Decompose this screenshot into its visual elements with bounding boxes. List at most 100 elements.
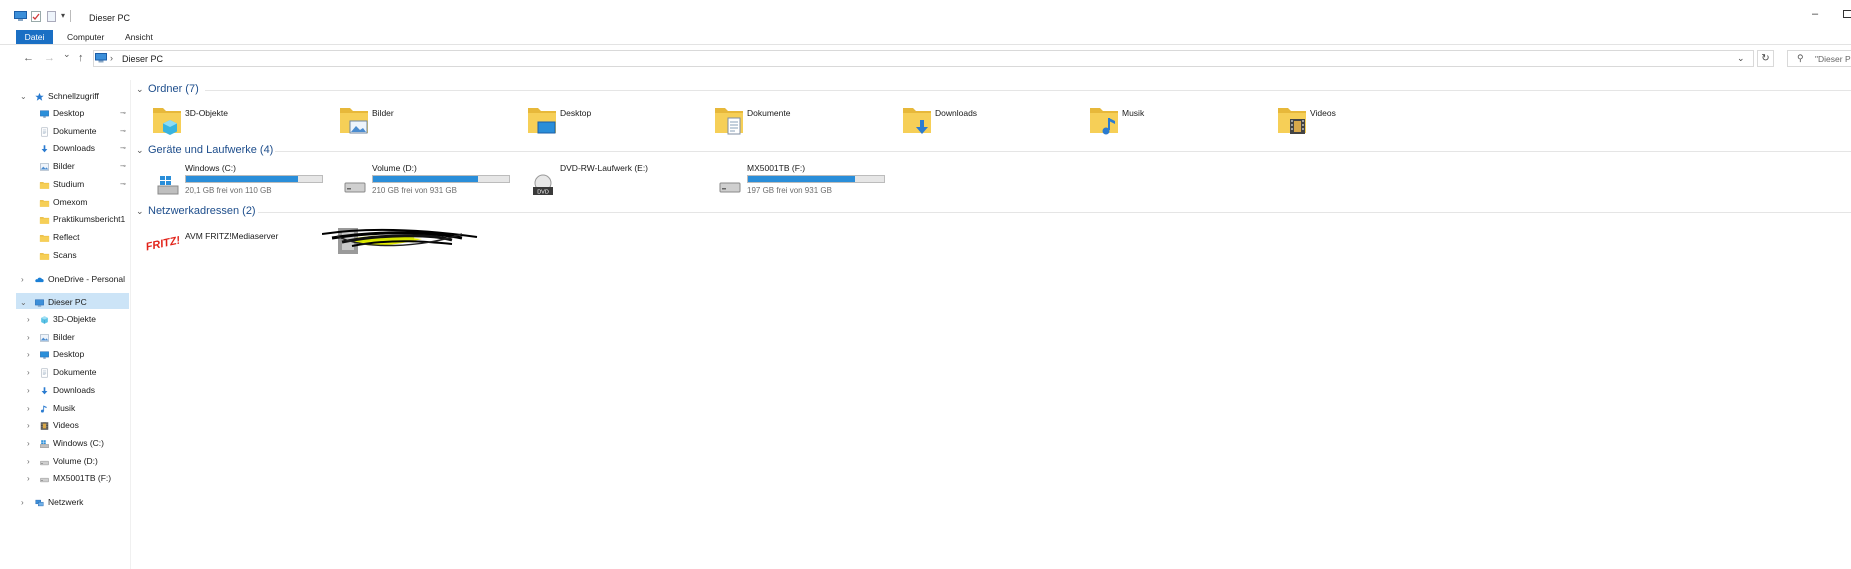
chevron-down-icon[interactable]: ⌄ (20, 89, 27, 104)
music-icon (1089, 104, 1118, 135)
nav-quick-item[interactable]: Praktikumsbericht1 (0, 212, 129, 227)
group-collapse-icon[interactable]: ⌄ (136, 145, 144, 156)
chevron-right-icon[interactable]: › (27, 436, 30, 451)
nav-quick-item[interactable]: Bilder ⊸ (0, 159, 129, 174)
drive-tile[interactable]: Volume (D:) 210 GB frei von 931 GB (334, 163, 524, 199)
back-button[interactable]: ← (23, 52, 34, 64)
downloads-icon (39, 144, 50, 153)
nav-this-pc-item[interactable]: › Musik (0, 401, 129, 416)
nav-item-label: Downloads (53, 143, 96, 154)
title-bar: ▾ Dieser PC – (0, 0, 1851, 23)
nav-item-label: Praktikumsbericht1 (53, 214, 126, 225)
chevron-right-icon[interactable]: › (27, 312, 30, 327)
drive-tile[interactable]: MX5001TB (F:) 197 GB frei von 931 GB (709, 163, 899, 199)
nav-item-label: 3D-Objekte (53, 314, 96, 324)
chevron-right-icon[interactable]: › (21, 272, 24, 287)
network-item-redacted[interactable] (321, 222, 482, 258)
drive-free-text: 210 GB frei von 931 GB (372, 186, 457, 195)
folder-tile[interactable]: 3D-Objekte (152, 104, 312, 144)
forward-button[interactable]: → (44, 52, 55, 64)
nav-quick-item[interactable]: Reflect (0, 230, 129, 245)
nav-this-pc-item[interactable]: › Volume (D:) (0, 454, 129, 469)
chevron-right-icon[interactable]: › (27, 454, 30, 469)
nav-network[interactable]: › Netzwerk (0, 495, 129, 510)
group-header-drives[interactable]: Geräte und Laufwerke (4) (148, 144, 273, 156)
nav-quick-item[interactable]: Studium ⊸ (0, 177, 129, 192)
3d-objects-icon (152, 104, 181, 135)
folder-tile[interactable]: Musik (1089, 104, 1249, 144)
nav-quick-item[interactable]: Desktop ⊸ (0, 106, 129, 121)
pane-divider (130, 80, 131, 569)
network-item-fritz[interactable]: FRITZ! AVM FRITZ!Mediaserver (146, 228, 296, 258)
nav-quick-item[interactable]: Scans (0, 248, 129, 263)
nav-item-label: Schnellzugriff (48, 91, 99, 101)
group-collapse-icon[interactable]: ⌄ (136, 206, 144, 217)
nav-this-pc-item[interactable]: › 3D-Objekte (0, 312, 129, 327)
folder-tile[interactable]: Bilder (339, 104, 499, 144)
minimize-button[interactable]: – (1812, 8, 1818, 20)
nav-item-label: Downloads (53, 384, 96, 395)
nav-item-label: MX5001TB (F:) (53, 473, 112, 484)
downloads-icon (902, 104, 931, 134)
nav-item-label: Windows (C:) (53, 437, 105, 448)
drive-icon (715, 173, 745, 193)
chevron-right-icon[interactable]: › (21, 495, 24, 510)
properties-icon[interactable] (31, 11, 41, 22)
nav-this-pc-item[interactable]: › Videos (0, 418, 129, 433)
new-folder-icon[interactable] (47, 11, 56, 22)
nav-this-pc-item[interactable]: › Windows (C:) (0, 436, 129, 451)
drive-tile[interactable]: DVD DVD-RW-Laufwerk (E:) (522, 163, 712, 199)
up-button[interactable]: ↑ (78, 52, 84, 64)
maximize-button[interactable] (1843, 10, 1851, 18)
tab-file[interactable]: Datei (16, 30, 53, 44)
group-header-folders[interactable]: Ordner (7) (148, 83, 199, 95)
nav-this-pc-item[interactable]: › Dokumente (0, 365, 129, 380)
address-dropdown-icon[interactable]: ⌄ (1737, 53, 1745, 64)
nav-this-pc-item[interactable]: › Bilder (0, 330, 129, 345)
chevron-right-icon[interactable]: › (27, 365, 30, 380)
nav-this-pc[interactable]: ⌄ Dieser PC (0, 295, 129, 310)
star-icon (34, 92, 45, 101)
folder-tile[interactable]: Videos (1277, 104, 1437, 144)
desktop-icon (39, 109, 50, 118)
breadcrumb[interactable]: Dieser PC (122, 54, 163, 64)
nav-this-pc-item[interactable]: › MX5001TB (F:) (0, 471, 129, 486)
address-bar[interactable] (93, 50, 1754, 67)
group-header-network[interactable]: Netzwerkadressen (2) (148, 205, 256, 217)
fritz-icon: FRITZ! (146, 232, 180, 253)
chevron-right-icon[interactable]: › (27, 347, 30, 362)
tab-view[interactable]: Ansicht (125, 30, 153, 44)
chevron-right-icon[interactable]: › (27, 330, 30, 345)
nav-onedrive[interactable]: › OneDrive - Personal (0, 272, 129, 287)
videos-icon (39, 421, 50, 430)
folder-tile[interactable]: Dokumente (714, 104, 874, 144)
pictures-icon (339, 104, 368, 134)
nav-quick-item[interactable]: Dokumente ⊸ (0, 124, 129, 139)
nav-item-label: Videos (53, 420, 79, 431)
chevron-right-icon[interactable]: › (27, 383, 30, 398)
chevron-right-icon[interactable]: › (27, 418, 30, 433)
nav-this-pc-item[interactable]: › Desktop (0, 347, 129, 362)
customize-toolbar-icon[interactable]: ▾ (61, 11, 65, 20)
breadcrumb-separator[interactable]: › (110, 53, 113, 63)
3d-objects-icon (39, 315, 50, 324)
folder-tile[interactable]: Downloads (902, 104, 1062, 144)
nav-quick-item[interactable]: Downloads ⊸ (0, 141, 129, 156)
this-pc-icon (95, 53, 107, 63)
recent-locations-button[interactable]: ⌄ (63, 49, 71, 60)
folder-label: Videos (1310, 108, 1336, 118)
search-placeholder: "Dieser P (1815, 54, 1851, 64)
chevron-right-icon[interactable]: › (27, 401, 30, 416)
chevron-down-icon[interactable]: ⌄ (20, 295, 27, 310)
group-collapse-icon[interactable]: ⌄ (136, 84, 144, 95)
tab-computer[interactable]: Computer (67, 30, 104, 44)
folder-tile[interactable]: Desktop (527, 104, 687, 144)
chevron-right-icon[interactable]: › (27, 471, 30, 486)
nav-quick-item[interactable]: Omexom (0, 195, 129, 210)
folder-icon (39, 198, 50, 207)
nav-quick-access[interactable]: ⌄ Schnellzugriff (0, 89, 129, 104)
drive-tile[interactable]: Windows (C:) 20,1 GB frei von 110 GB (147, 163, 337, 199)
nav-this-pc-item[interactable]: › Downloads (0, 383, 129, 398)
nav-item-label: Dokumente (53, 125, 97, 136)
refresh-button[interactable]: ↻ (1757, 50, 1774, 67)
